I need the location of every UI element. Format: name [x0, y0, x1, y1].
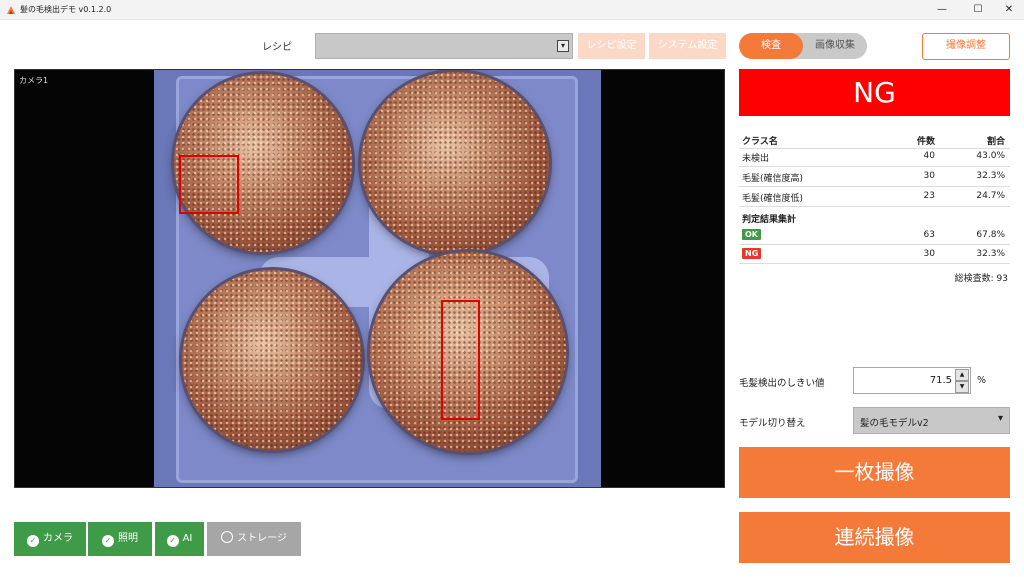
ok-count: 63 — [923, 230, 935, 240]
empty-circle-icon — [221, 531, 234, 543]
verdict-banner: NG — [739, 69, 1010, 116]
table-row: 毛髪(確信度高) 30 32.3% — [739, 167, 1010, 187]
mode-collect-tab[interactable]: 画像収集 — [803, 33, 867, 59]
class-name: 毛髪(確信度低) — [742, 194, 804, 204]
header-count: 件数 — [916, 137, 935, 147]
ok-badge: OK — [742, 229, 761, 240]
capture-adjust-button[interactable]: 撮像調整 — [922, 33, 1010, 60]
table-row: 毛髪(確信度低) 23 24.7% — [739, 187, 1010, 207]
window-title: 髪の毛検出デモ v0.1.2.0 — [20, 5, 112, 14]
check-circle-icon: ✓ — [166, 535, 179, 547]
ng-badge: NG — [742, 248, 762, 259]
ng-ratio: 32.3% — [976, 249, 1005, 259]
table-row: NG 30 32.3% — [739, 245, 1010, 264]
header-ratio: 割合 — [986, 137, 1005, 147]
recipe-label: レシピ — [262, 42, 292, 53]
model-label: モデル切り替え — [739, 418, 806, 429]
single-capture-button[interactable]: 一枚撮像 — [739, 447, 1010, 498]
chevron-down-icon: ▾ — [997, 413, 1003, 424]
stats-header-row: クラス名 件数 割合 — [739, 130, 1010, 149]
model-select[interactable]: 髪の毛モデルv2 ▾ — [853, 407, 1010, 434]
camera-status-button[interactable]: ✓ カメラ — [14, 522, 86, 556]
spin-up-icon[interactable]: ▲ — [955, 369, 969, 381]
spin-down-icon[interactable]: ▼ — [955, 381, 969, 393]
maximize-button[interactable]: ☐ — [961, 0, 995, 20]
chevron-down-icon: ▾ — [557, 40, 569, 52]
threshold-input[interactable]: 71.5 ▲ ▼ — [853, 367, 971, 394]
header-class-name: クラス名 — [742, 137, 778, 147]
muffin-bottom-left — [182, 270, 362, 450]
threshold-value: 71.5 — [929, 375, 952, 386]
class-name: 未検出 — [742, 154, 770, 164]
class-name: 毛髪(確信度高) — [742, 174, 804, 184]
total-inspections: 総検査数: 93 — [954, 274, 1008, 284]
camera-status-label: カメラ — [43, 533, 73, 544]
close-button[interactable]: ✕ — [992, 0, 1024, 20]
threshold-label: 毛髪検出のしきい値 — [739, 378, 825, 389]
ai-status-label: AI — [182, 533, 193, 544]
detection-box — [441, 300, 480, 420]
stats-table: クラス名 件数 割合 未検出 40 43.0% 毛髪(確信度高) 30 32.3… — [739, 130, 1010, 264]
class-ratio: 43.0% — [976, 151, 1005, 161]
table-row: 未検出 40 43.0% — [739, 149, 1010, 167]
mode-toggle[interactable]: 検査 画像収集 — [739, 33, 867, 59]
summary-title: 判定結果集計 — [742, 215, 797, 225]
class-count: 40 — [923, 151, 935, 161]
class-count: 30 — [923, 171, 935, 181]
minimize-button[interactable]: — — [925, 0, 959, 20]
recipe-settings-button[interactable]: レシピ設定 — [578, 33, 645, 59]
ai-status-button[interactable]: ✓ AI — [155, 522, 204, 556]
app-logo-icon — [7, 6, 15, 14]
ng-count: 30 — [923, 249, 935, 259]
check-circle-icon: ✓ — [102, 535, 114, 547]
detection-box — [179, 155, 239, 214]
lighting-status-button[interactable]: ✓ 照明 — [88, 522, 152, 556]
threshold-unit: % — [977, 375, 987, 386]
model-value: 髪の毛モデルv2 — [860, 418, 929, 429]
camera-view: カメラ1 — [14, 69, 725, 488]
continuous-capture-button[interactable]: 連続撮像 — [739, 512, 1010, 563]
title-bar: 髪の毛検出デモ v0.1.2.0 — ☐ ✕ — [0, 0, 1024, 20]
class-ratio: 24.7% — [976, 191, 1005, 201]
tray-image — [154, 70, 601, 487]
storage-status-button[interactable]: ストレージ — [207, 522, 301, 556]
check-circle-icon: ✓ — [27, 535, 39, 547]
ok-ratio: 67.8% — [976, 230, 1005, 240]
camera-label: カメラ1 — [19, 76, 49, 85]
summary-title-row: 判定結果集計 — [739, 207, 1010, 226]
class-count: 23 — [923, 191, 935, 201]
lighting-status-label: 照明 — [118, 533, 138, 544]
mode-inspect-tab[interactable]: 検査 — [739, 33, 803, 59]
muffin-top-right — [361, 72, 549, 254]
recipe-select[interactable]: ▾ — [315, 33, 573, 59]
system-settings-button[interactable]: システム設定 — [649, 33, 726, 59]
class-ratio: 32.3% — [976, 171, 1005, 181]
table-row: OK 63 67.8% — [739, 226, 1010, 245]
storage-status-label: ストレージ — [237, 533, 287, 544]
